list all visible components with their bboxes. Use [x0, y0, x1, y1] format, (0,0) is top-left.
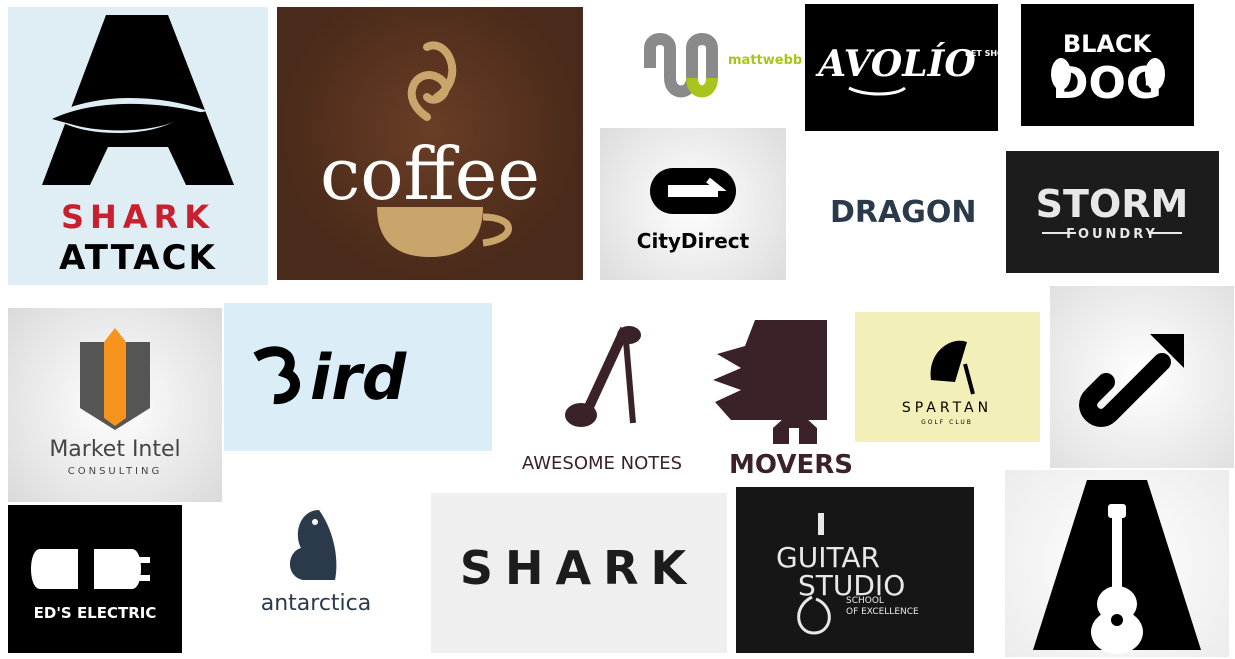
storm-foundry-line1: STORM	[1036, 182, 1189, 226]
mattwebb-word: mattwebb	[728, 53, 802, 68]
city-direct-word: CityDirect	[637, 229, 750, 253]
spartan-line1: SPARTAN	[902, 400, 992, 416]
logo-antarctica: antarctica	[235, 492, 397, 632]
shark-attack-line1: SHARK	[61, 198, 215, 236]
bird-word: ird	[310, 341, 407, 414]
logo-coffee: coffee	[277, 7, 583, 280]
logo-mattwebb: mattwebb	[640, 18, 802, 108]
guitar-a-icon	[1033, 480, 1201, 654]
logo-guitar-studio: GUITAR STUDIO SCHOOL OF EXCELLENCE	[736, 487, 974, 653]
storm-foundry-mark: STORM FOUNDRY	[1036, 182, 1189, 242]
market-intel-line2: CONSULTING	[68, 466, 162, 477]
logo-market-intel: Market Intel CONSULTING	[8, 308, 222, 502]
logo-shark-attack: SHARK ATTACK	[8, 7, 268, 285]
awesome-notes-mark: AWESOME NOTES	[522, 326, 682, 474]
coffee-mark: coffee	[320, 41, 540, 257]
market-intel-mark: Market Intel CONSULTING	[49, 328, 181, 477]
mattwebb-mark: mattwebb	[644, 33, 802, 98]
dragon-mark: DRAGON	[830, 195, 976, 230]
city-direct-mark: CityDirect	[637, 168, 750, 253]
logo-shark: SHARK	[431, 493, 727, 653]
dragon-word: DRAGON	[830, 195, 976, 230]
logo-city-direct: CityDirect	[600, 128, 786, 280]
logo-black-dog: BLACK DOG	[1021, 4, 1194, 126]
avolio-word: AVOLÍO	[815, 43, 976, 85]
awesome-notes-word: AWESOME NOTES	[522, 453, 682, 474]
avolio-mark: AVOLÍO PET SHOP	[815, 43, 998, 96]
shark-mark: SHARK	[460, 541, 698, 595]
logo-storm-foundry: STORM FOUNDRY	[1006, 151, 1219, 273]
market-intel-line1: Market Intel	[49, 437, 180, 462]
black-dog-line1: BLACK	[1063, 30, 1153, 58]
guitar-studio-line4: OF EXCELLENCE	[846, 607, 919, 617]
spartan-line2: GOLF CLUB	[921, 419, 973, 426]
coffee-word: coffee	[320, 132, 540, 216]
storm-foundry-line2: FOUNDRY	[1066, 227, 1158, 242]
logo-u-arrow	[1050, 286, 1234, 468]
movers-mark: MOVERS	[713, 320, 853, 480]
guitar-studio-line3: SCHOOL	[846, 596, 884, 606]
antarctica-mark: antarctica	[261, 510, 372, 616]
bird-mark: ird	[253, 341, 407, 414]
black-dog-mark: BLACK DOG	[1051, 30, 1165, 109]
logo-guitar-a	[1005, 470, 1229, 657]
logo-awesome-notes: AWESOME NOTES	[493, 303, 711, 501]
movers-word: MOVERS	[729, 450, 853, 480]
guitar-studio-mark: GUITAR STUDIO SCHOOL OF EXCELLENCE	[776, 513, 919, 635]
logo-spartan: SPARTAN GOLF CLUB	[855, 312, 1040, 442]
spartan-mark: SPARTAN GOLF CLUB	[902, 340, 992, 426]
avolio-sub: PET SHOP	[965, 49, 998, 58]
eds-electric-word: ED'S ELECTRIC	[34, 604, 157, 622]
antarctica-word: antarctica	[261, 591, 372, 616]
eds-electric-mark: ED'S ELECTRIC	[31, 549, 157, 622]
logo-avolio: AVOLÍO PET SHOP	[805, 4, 998, 131]
logo-movers: MOVERS	[711, 310, 861, 480]
shark-attack-line2: ATTACK	[59, 238, 217, 278]
logo-bird: ird	[224, 303, 492, 451]
logo-eds-electric: ED'S ELECTRIC	[8, 505, 182, 653]
u-arrow-icon	[1079, 334, 1184, 427]
shark-attack-mark: SHARK ATTACK	[42, 15, 234, 278]
shark-word: SHARK	[460, 541, 698, 595]
logo-dragon: DRAGON	[826, 180, 998, 240]
